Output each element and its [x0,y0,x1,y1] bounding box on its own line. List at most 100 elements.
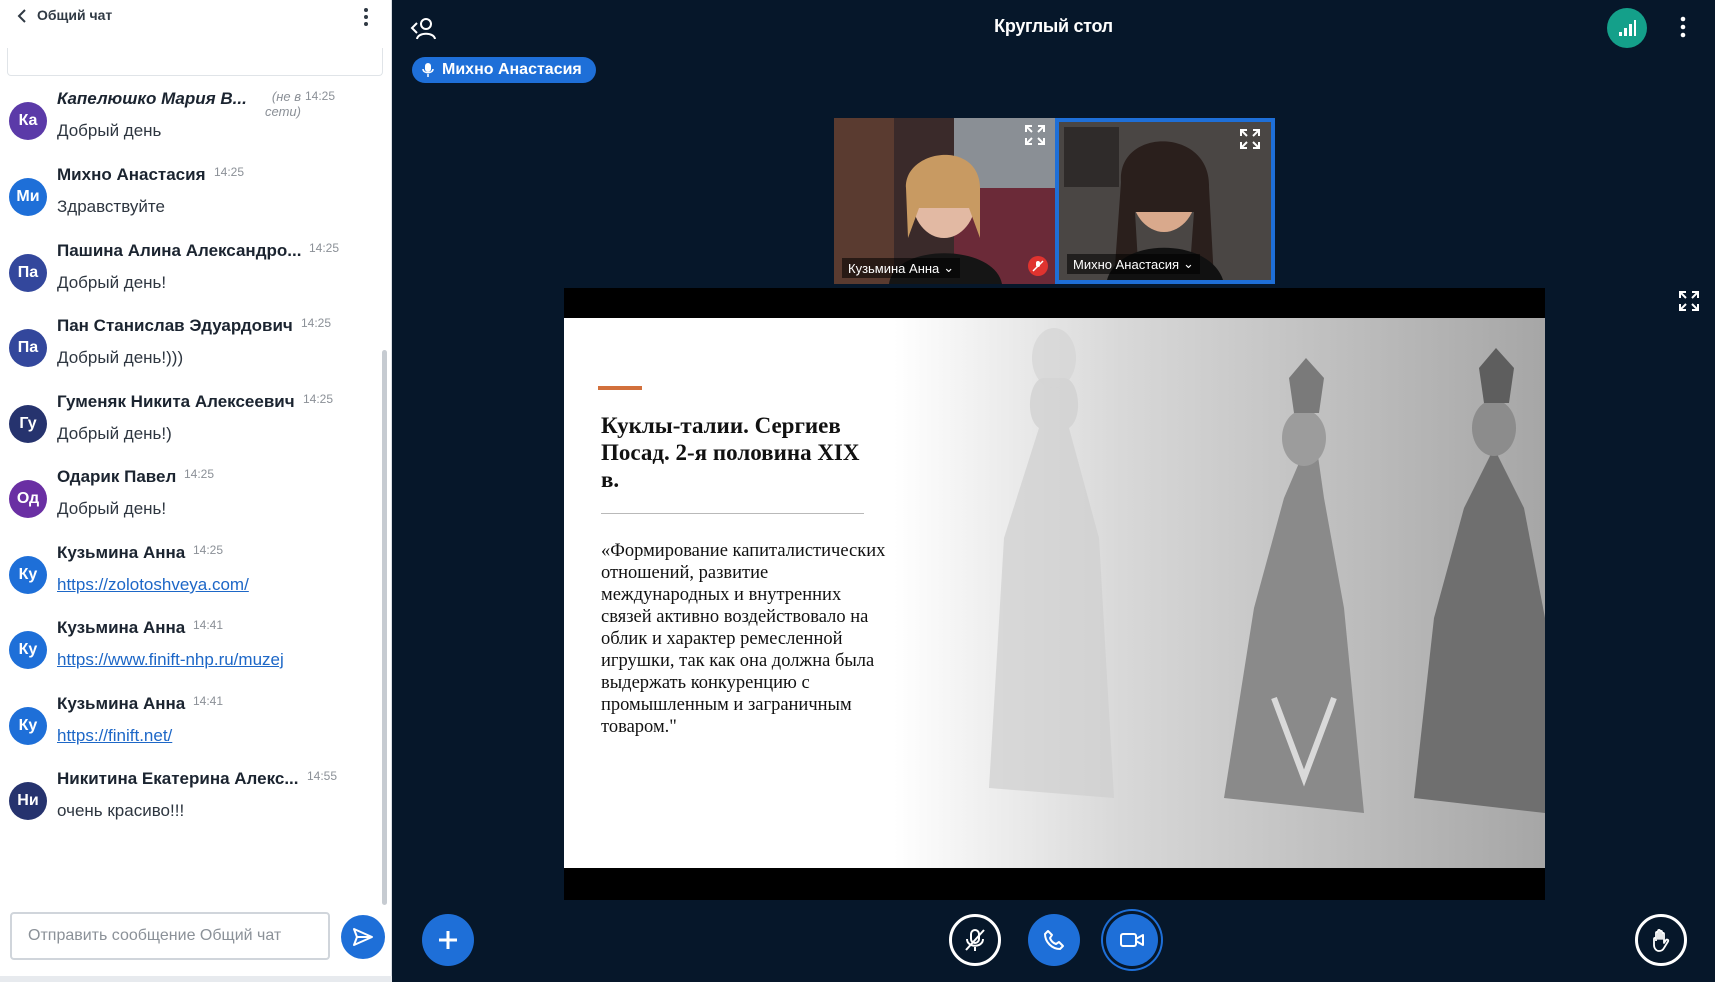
avatar: Ни [9,782,47,820]
chat-message: Ку Кузьмина Анна 14:25 https://zolotoshveya… [0,542,375,624]
chat-message: Ку Кузьмина Анна 14:41 https://www.finift-n… [0,617,375,699]
message-text: Добрый день!) [57,424,172,443]
chat-message: Ни Никитина Екатерина Алекс... 14:55 очень … [0,768,375,850]
chevron-left-icon[interactable] [12,6,32,26]
options-kebab-icon[interactable] [1675,14,1691,40]
message-text: Добрый день!))) [57,348,184,367]
avatar: Ку [9,556,47,594]
chat-message: Ку Кузьмина Анна 14:41 https://finift.net/ [0,693,375,775]
message-sender: Капелюшко Мария В... [57,89,247,108]
avatar: Од [9,480,47,518]
muted-mic-icon [1028,256,1048,276]
phone-icon [1044,930,1064,950]
presentation-fullscreen-icon[interactable] [1678,290,1700,312]
slide-title: Куклы-талии. Сергиев Посад. 2-я половина… [601,413,860,492]
message-link[interactable]: https://zolotoshveya.com/ [57,575,249,594]
message-text: Добрый день [57,121,162,140]
video-tile-active[interactable]: Михно Анастасия ⌄ [1055,118,1275,284]
conference-main: Круглый стол Михно Анастасия Кузьмина Ан… [392,0,1715,982]
message-text: очень красиво!!! [57,801,185,820]
message-sender: Кузьмина Анна [57,543,186,562]
message-time: 14:41 [193,694,224,708]
plus-icon [439,931,457,949]
presentation-slide: Куклы-талии. Сергиев Посад. 2-я половина… [564,318,1545,868]
chevron-down-icon: ⌄ [943,260,955,275]
avatar: Па [9,329,47,367]
message-time: 14:25 [214,165,245,179]
dolls-photo [894,318,1545,868]
chat-message: Ка Капелюшко Мария В... 14:25 (не в сети) До… [0,88,375,170]
fullscreen-icon[interactable] [1239,128,1261,150]
message-text: Добрый день! [57,273,167,292]
presentation-area: Куклы-талии. Сергиев Посад. 2-я половина… [564,288,1545,900]
message-time: 14:25 [193,543,224,557]
message-sender: Пашина Алина Александро... [57,241,302,260]
kebab-icon[interactable] [356,5,376,29]
talking-user-name: Михно Анастасия [442,61,582,78]
avatar: Ка [9,102,47,140]
message-sender: Михно Анастасия [57,165,206,184]
avatar: Ку [9,707,47,745]
message-time: 14:25 [309,241,340,255]
message-sender: Пан Станислав Эдуардович [57,316,293,335]
connection-status-button[interactable] [1607,8,1647,48]
mic-off-icon [965,929,985,951]
avatar: Гу [9,405,47,443]
slide-accent-bar [598,386,642,390]
mic-icon [422,63,434,77]
meeting-title: Круглый стол [994,16,1113,36]
video-name-label[interactable]: Михно Анастасия ⌄ [1067,254,1200,274]
message-link-container: https://zolotoshveya.com/ [57,574,249,596]
video-participant-name: Михно Анастасия [1073,256,1180,272]
message-time: 14:25 [305,89,336,103]
chat-header: Общий чат [0,0,392,34]
chat-scrollbar[interactable] [382,350,387,905]
send-button[interactable] [341,915,385,959]
send-icon [353,928,373,946]
slide-quote: «Формирование капиталистических отношени… [601,541,886,737]
message-link[interactable]: https://finift.net/ [57,726,172,745]
chat-message: Гу Гуменяк Никита Алексеевич 14:25 Добрый д… [0,391,375,473]
leave-audio-button[interactable] [1028,914,1080,966]
chat-message: Од Одарик Павел 14:25 Добрый день! [0,466,375,548]
message-link-container: https://www.finift-nhp.ru/muzej [57,649,284,671]
message-link-container: https://finift.net/ [57,725,172,747]
chat-message: Па Пашина Алина Александро... 14:25 Добрый … [0,240,375,322]
mute-microphone-button[interactable] [949,914,1001,966]
message-sender: Гуменяк Никита Алексеевич [57,392,295,411]
signal-icon [1619,20,1636,36]
message-time: 14:25 [303,392,334,406]
talking-indicator[interactable]: Михно Анастасия [412,57,596,83]
message-link[interactable]: https://www.finift-nhp.ru/muzej [57,650,284,669]
actions-plus-button[interactable] [422,914,474,966]
slide-divider [601,513,864,514]
chat-previous-message-edge [7,48,383,76]
message-time: 14:41 [193,618,224,632]
message-text: Здравствуйте [57,197,165,216]
raise-hand-button[interactable] [1635,914,1687,966]
message-time: 14:25 [184,467,215,481]
hand-icon [1653,928,1670,952]
message-time: 14:25 [301,316,332,330]
fullscreen-icon[interactable] [1024,124,1046,146]
chat-footer-divider [0,976,392,982]
video-tile[interactable]: Кузьмина Анна ⌄ [834,118,1056,284]
avatar: Па [9,254,47,292]
chat-message-input[interactable] [10,912,330,960]
avatar: Ми [9,178,47,216]
video-name-label[interactable]: Кузьмина Анна ⌄ [842,258,961,278]
chat-panel: Общий чат Ка Капелюшко Мария В... 14:25 (не… [0,0,392,982]
avatar: Ку [9,631,47,669]
chat-title: Общий чат [37,7,113,23]
chevron-down-icon: ⌄ [1183,256,1194,271]
message-text: Добрый день! [57,499,167,518]
message-sender: Кузьмина Анна [57,618,186,637]
offline-status: (не в сети) [265,89,301,119]
chat-message: Па Пан Станислав Эдуардович 14:25 Добрый де… [0,315,375,397]
message-time: 14:55 [307,769,338,783]
video-icon [1120,933,1144,947]
share-webcam-button[interactable] [1106,914,1158,966]
message-sender: Одарик Павел [57,467,177,486]
message-sender: Кузьмина Анна [57,694,186,713]
video-participant-name: Кузьмина Анна [848,260,940,276]
